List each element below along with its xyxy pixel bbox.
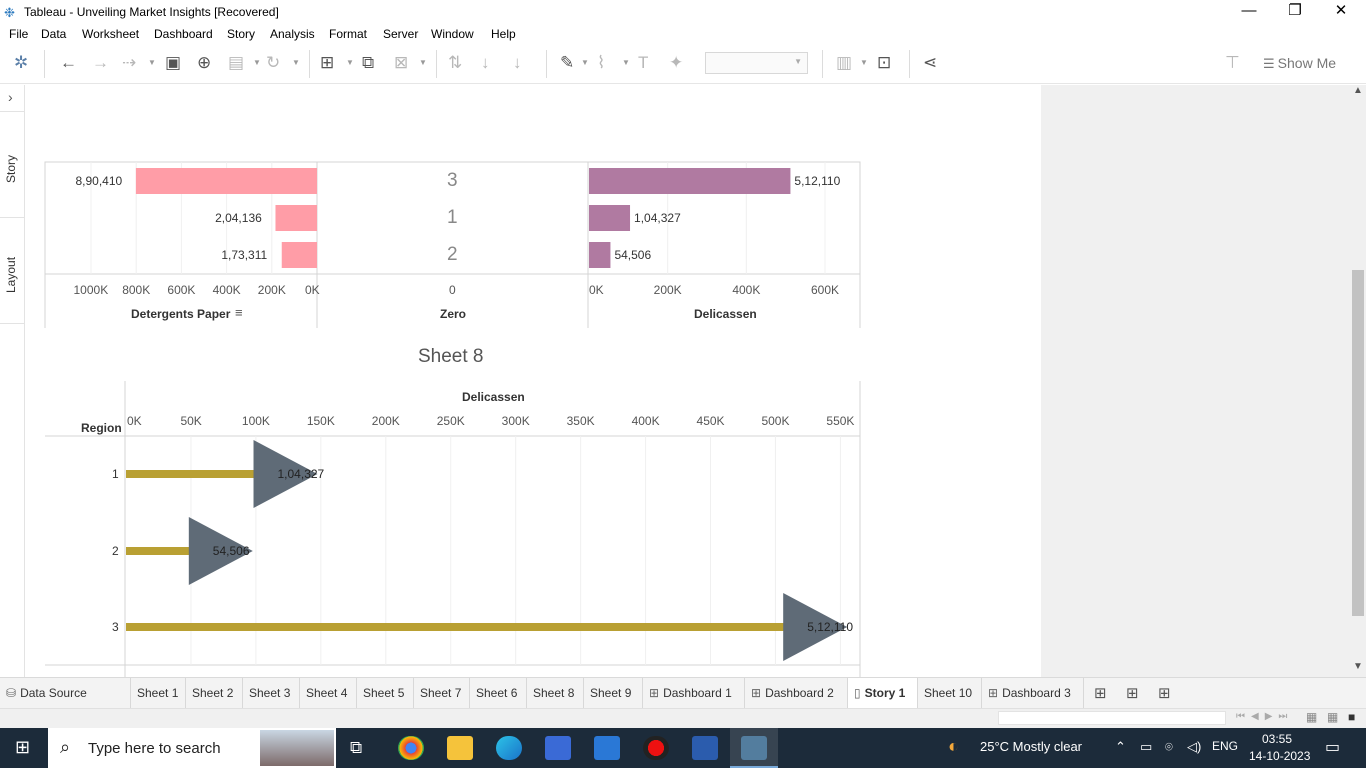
- tab-dashboard-2[interactable]: ⊞ Dashboard 2: [745, 678, 848, 709]
- tab-label: Sheet 7: [420, 686, 462, 700]
- search-placeholder: Type here to search: [88, 740, 221, 757]
- database-icon: ⛁: [6, 686, 17, 700]
- word-icon[interactable]: [692, 736, 718, 760]
- chrome-icon[interactable]: [398, 736, 424, 760]
- sheet8-axis-tick: 550K: [826, 414, 855, 428]
- tab-sheet-2[interactable]: Sheet 2: [186, 678, 243, 709]
- sheet8-value-label: 54,506: [212, 544, 250, 558]
- tray-expand-icon[interactable]: ⌃: [1115, 739, 1126, 755]
- tab-data-source[interactable]: ⛁ Data Source: [0, 678, 131, 709]
- sheet8-region-label: 1: [112, 467, 119, 481]
- store-icon[interactable]: [545, 736, 571, 760]
- camera-icon[interactable]: ⌾: [1165, 739, 1173, 755]
- tab-label: Dashboard 2: [765, 686, 834, 700]
- sheet8-value-label: 5,12,110: [807, 620, 854, 634]
- tab-label: Sheet 1: [137, 686, 179, 700]
- tab-dashboard-1[interactable]: ⊞ Dashboard 1: [643, 678, 745, 709]
- sheet8-region-label: 2: [112, 544, 119, 558]
- sheet8-axis-tick: 400K: [631, 414, 660, 428]
- search-icon: ⌕: [60, 737, 71, 757]
- tab-story-1[interactable]: ▯ Story 1: [848, 678, 918, 709]
- new-worksheet-tab-icon[interactable]: ⊞: [1094, 684, 1107, 702]
- tab-label: Data Source: [20, 686, 87, 700]
- tab-label: Sheet 2: [192, 686, 234, 700]
- tab-label: Sheet 6: [476, 686, 518, 700]
- story-icon: ▯: [854, 686, 861, 700]
- sheet8-lollipop-chart: [45, 381, 861, 677]
- sheet8-axis-tick: 150K: [306, 414, 335, 428]
- tab-label: Sheet 3: [249, 686, 291, 700]
- clock-time[interactable]: 03:55: [1262, 732, 1292, 746]
- search-highlight-image: [260, 730, 334, 766]
- volume-icon[interactable]: ◁): [1187, 739, 1201, 755]
- mail-icon[interactable]: [594, 736, 620, 760]
- sheet-tab-bar: ⛁ Data Source Sheet 1 Sheet 2 Sheet 3 Sheet 4…: [0, 677, 1366, 709]
- tab-sheet-5[interactable]: Sheet 5: [357, 678, 414, 709]
- tab-sheet-8[interactable]: Sheet 8: [527, 678, 584, 709]
- sheet8-bar[interactable]: [126, 623, 792, 631]
- sheet8-axis-tick: 100K: [241, 414, 270, 428]
- status-bar: ⏮◀▶⏭ ▦ ▦ ■: [0, 708, 1366, 728]
- sheet8-value-label: 1,04,327: [277, 467, 325, 481]
- weather-text[interactable]: 25°C Mostly clear: [980, 739, 1082, 754]
- tab-dashboard-3[interactable]: ⊞ Dashboard 3: [982, 678, 1084, 709]
- active-app-indicator: [730, 728, 778, 768]
- tab-label: Story 1: [864, 686, 906, 700]
- taskbar-search[interactable]: ⌕ Type here to search: [48, 728, 336, 768]
- windows-start-icon[interactable]: ⊞: [15, 737, 30, 758]
- dashboard-icon: ⊞: [751, 686, 762, 700]
- dashboard-icon: ⊞: [649, 686, 660, 700]
- tab-sheet-4[interactable]: Sheet 4: [300, 678, 357, 709]
- sheet8-bar[interactable]: [126, 470, 262, 478]
- sheet8-axis-tick: 200K: [371, 414, 400, 428]
- tab-sheet-7[interactable]: Sheet 7: [414, 678, 470, 709]
- recorder-icon[interactable]: [643, 736, 669, 760]
- edge-icon[interactable]: [496, 736, 522, 760]
- tab-sheet-9[interactable]: Sheet 9: [584, 678, 643, 709]
- show-sheet-sorter-icon[interactable]: ▦: [1327, 710, 1338, 724]
- clock-date[interactable]: 14-10-2023: [1249, 749, 1310, 763]
- show-filmstrip-icon[interactable]: ▦: [1306, 710, 1317, 724]
- battery-icon[interactable]: ▭: [1140, 739, 1152, 755]
- file-explorer-icon[interactable]: [447, 736, 473, 760]
- sheet8-axis-tick: 250K: [436, 414, 465, 428]
- sheet8-axis-tick: 0K: [127, 414, 142, 428]
- show-tabs-icon[interactable]: ■: [1348, 710, 1355, 724]
- sheet8-axis-tick: 50K: [180, 414, 202, 428]
- sheet8-region-label: 3: [112, 620, 119, 634]
- tab-sheet-6[interactable]: Sheet 6: [470, 678, 527, 709]
- sheet8-axis-tick: 300K: [501, 414, 530, 428]
- sheet8-axis-tick: 350K: [566, 414, 595, 428]
- new-dashboard-tab-icon[interactable]: ⊞: [1126, 684, 1139, 702]
- sheet8-bar[interactable]: [126, 547, 197, 555]
- horizontal-scrollbar[interactable]: [998, 711, 1226, 725]
- tab-sheet-1[interactable]: Sheet 1: [131, 678, 186, 709]
- tab-sheet-3[interactable]: Sheet 3: [243, 678, 300, 709]
- sheet-navigation-icons[interactable]: ⏮◀▶⏭: [1236, 711, 1293, 722]
- tab-label: Sheet 10: [924, 686, 973, 700]
- weather-icon[interactable]: ◐: [948, 736, 959, 757]
- windows-taskbar: ⊞ ⌕ Type here to search ⧉ ◐ 25°C Mostly …: [0, 728, 1366, 768]
- tab-label: Dashboard 1: [663, 686, 732, 700]
- tab-label: Sheet 8: [533, 686, 575, 700]
- task-view-icon[interactable]: ⧉: [350, 738, 362, 758]
- tab-label: Dashboard 3: [1002, 686, 1071, 700]
- tab-label: Sheet 9: [590, 686, 632, 700]
- language-indicator[interactable]: ENG: [1212, 739, 1238, 753]
- new-story-tab-icon[interactable]: ⊞: [1158, 684, 1171, 702]
- sheet8-axis-tick: 450K: [696, 414, 725, 428]
- tab-label: Sheet 5: [363, 686, 405, 700]
- dashboard-icon: ⊞: [988, 686, 999, 700]
- tab-sheet-10[interactable]: Sheet 10: [918, 678, 982, 709]
- sheet8-axis-tick: 500K: [761, 414, 790, 428]
- notifications-icon[interactable]: ▭: [1325, 737, 1340, 757]
- tab-label: Sheet 4: [306, 686, 348, 700]
